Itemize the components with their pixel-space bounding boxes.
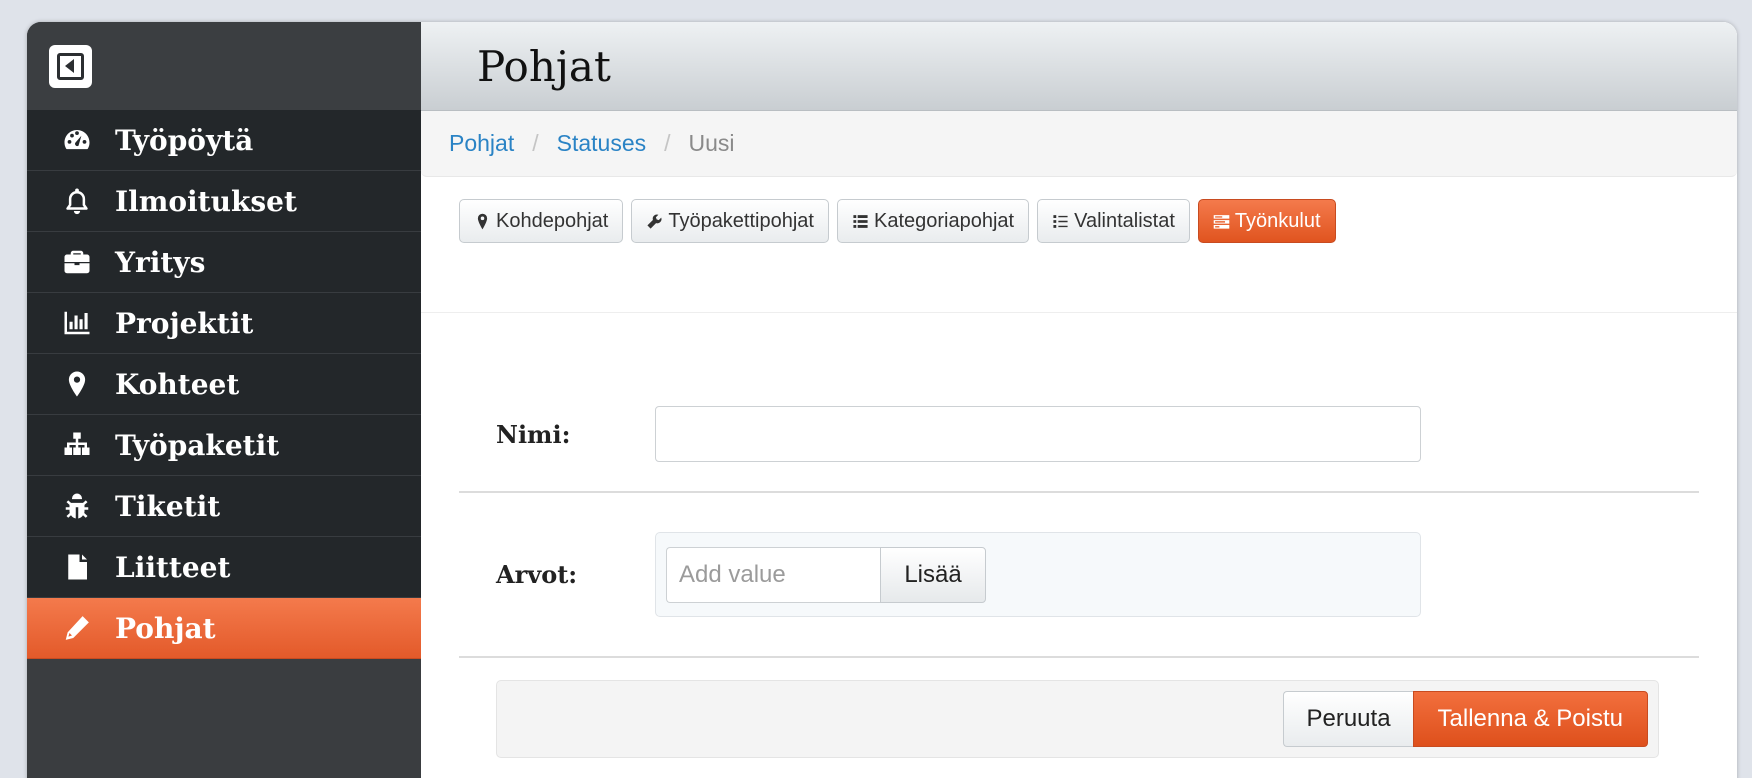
wrench-icon [647, 214, 662, 229]
values-row: Arvot: Lisää [459, 493, 1699, 658]
button-label: Kohdepohjat [496, 209, 609, 232]
breadcrumb: Pohjat / Statuses / Uusi [421, 111, 1737, 177]
values-label: Arvot: [496, 560, 578, 589]
breadcrumb-link-pohjat[interactable]: Pohjat [449, 130, 514, 157]
sidebar-item-label: Työpaketit [115, 428, 280, 462]
file-icon [59, 551, 95, 583]
button-label: Kategoriapohjat [873, 209, 1015, 232]
cancel-button[interactable]: Peruuta [1283, 691, 1413, 747]
template-toolbar: Kohdepohjat Työpakettipohjat Kategoriapo… [421, 177, 1737, 313]
button-label: Työnkulut [1234, 209, 1321, 232]
page-header: Pohjat [421, 22, 1737, 111]
name-row: Nimi: [459, 313, 1699, 493]
sitemap-icon [59, 429, 95, 461]
sidebar-item-tiketit[interactable]: Tiketit [27, 476, 421, 537]
dashboard-icon [59, 124, 95, 156]
form-actions: Peruuta Tallenna & Poistu [496, 680, 1659, 758]
tasks-icon [1213, 214, 1230, 229]
sidebar: Työpöytä Ilmoitukset Yritys Projektit Ko… [27, 22, 421, 778]
add-value-button[interactable]: Lisää [880, 546, 986, 603]
sidebar-item-ilmoitukset[interactable]: Ilmoitukset [27, 171, 421, 232]
bar-chart-icon [59, 307, 95, 339]
sidebar-item-tyopoyta[interactable]: Työpöytä [27, 110, 421, 171]
breadcrumb-separator: / [532, 130, 539, 156]
pencil-icon [59, 612, 95, 644]
valintalistat-button[interactable]: Valintalistat [1037, 199, 1190, 243]
sidebar-item-pohjat[interactable]: Pohjat [27, 598, 421, 659]
sidebar-nav: Työpöytä Ilmoitukset Yritys Projektit Ko… [27, 110, 421, 659]
sidebar-item-tyopaketit[interactable]: Työpaketit [27, 415, 421, 476]
sidebar-item-liitteet[interactable]: Liitteet [27, 537, 421, 598]
briefcase-icon [59, 246, 95, 278]
button-label: Valintalistat [1074, 209, 1175, 232]
sidebar-item-yritys[interactable]: Yritys [27, 232, 421, 293]
sidebar-item-label: Tiketit [115, 489, 221, 523]
sidebar-item-label: Työpöytä [115, 123, 254, 157]
values-box: Lisää [655, 532, 1421, 617]
button-label: Työpakettipohjat [668, 209, 814, 232]
list-icon [853, 214, 868, 228]
sidebar-item-label: Ilmoitukset [115, 184, 297, 218]
sidebar-item-label: Projektit [115, 306, 254, 340]
sidebar-header [27, 22, 421, 110]
save-and-exit-button[interactable]: Tallenna & Poistu [1412, 691, 1648, 747]
list-ul-icon [1053, 214, 1068, 228]
kohdepohjat-button[interactable]: Kohdepohjat [459, 199, 624, 243]
breadcrumb-separator: / [664, 130, 671, 156]
main-content: Pohjat Pohjat / Statuses / Uusi Kohdepoh… [421, 22, 1737, 778]
sidebar-item-label: Kohteet [115, 367, 240, 401]
sidebar-item-label: Liitteet [115, 550, 231, 584]
tyopakettipohjat-button[interactable]: Työpakettipohjat [631, 199, 829, 243]
sidebar-item-kohteet[interactable]: Kohteet [27, 354, 421, 415]
bug-icon [59, 490, 95, 522]
breadcrumb-link-statuses[interactable]: Statuses [557, 130, 647, 157]
app-window: Työpöytä Ilmoitukset Yritys Projektit Ko… [27, 22, 1737, 778]
page-title: Pohjat [477, 41, 611, 91]
bell-icon [59, 185, 95, 217]
back-icon[interactable] [49, 44, 92, 88]
sidebar-item-projektit[interactable]: Projektit [27, 293, 421, 354]
map-marker-icon [477, 213, 488, 229]
name-input[interactable] [655, 406, 1421, 462]
kategoriapohjat-button[interactable]: Kategoriapohjat [836, 199, 1030, 243]
name-label: Nimi: [496, 419, 571, 449]
tyonkulut-button[interactable]: Työnkulut [1197, 199, 1336, 243]
sidebar-item-label: Yritys [115, 245, 206, 279]
sidebar-item-label: Pohjat [115, 611, 216, 645]
add-value-input[interactable] [666, 546, 880, 603]
breadcrumb-current: Uusi [688, 130, 735, 156]
map-marker-icon [59, 368, 95, 400]
status-form: Nimi: Arvot: Lisää Peruuta Tallenna & Po… [421, 313, 1737, 758]
